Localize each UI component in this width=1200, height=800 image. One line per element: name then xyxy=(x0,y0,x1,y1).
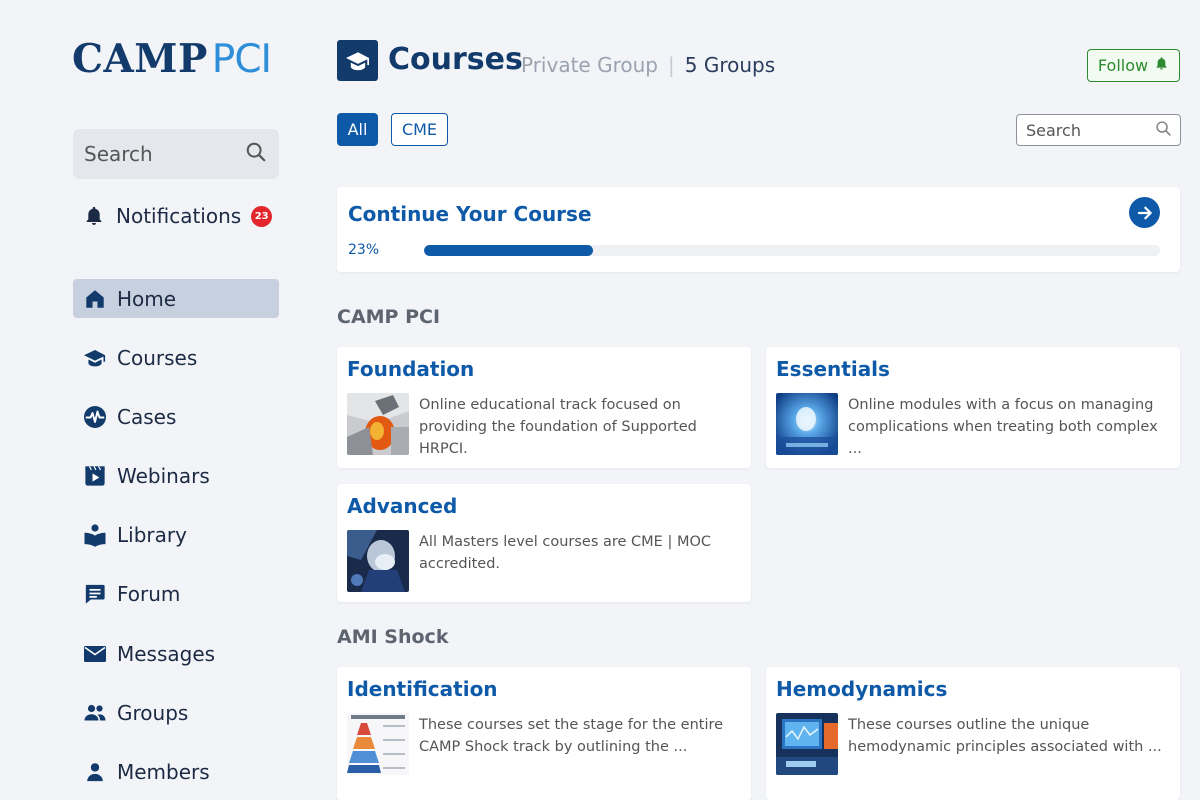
person-icon xyxy=(83,760,107,784)
continue-course-title: Continue Your Course xyxy=(348,202,592,226)
sidebar-item-label: Members xyxy=(117,760,210,784)
video-icon xyxy=(83,464,107,488)
course-title[interactable]: Essentials xyxy=(776,357,890,381)
progress-percent: 23% xyxy=(348,242,380,258)
course-card-hemodynamics[interactable]: Hemodynamics These courses outline the u… xyxy=(766,667,1180,800)
logo-text-pci: PCI xyxy=(211,37,272,82)
notifications-link[interactable]: Notifications 23 xyxy=(82,204,273,228)
course-thumbnail xyxy=(776,393,838,455)
progress-bar xyxy=(424,245,1160,256)
sidebar-item-label: Messages xyxy=(117,641,216,666)
page-title: Courses xyxy=(388,42,523,77)
arrow-right-icon[interactable] xyxy=(1129,197,1160,228)
group-info: Private Group | 5 Groups xyxy=(521,53,775,77)
search-icon[interactable] xyxy=(1155,120,1172,141)
heartbeat-icon xyxy=(83,405,107,429)
graduation-cap-icon xyxy=(83,346,107,370)
sidebar-item-label: Library xyxy=(117,523,187,548)
sidebar-item-home[interactable]: Home xyxy=(73,279,279,318)
course-thumbnail xyxy=(776,713,838,775)
sidebar-search-input[interactable] xyxy=(84,142,234,166)
sidebar-item-library[interactable]: Library xyxy=(73,516,279,555)
notifications-label: Notifications xyxy=(116,204,242,228)
course-title[interactable]: Hemodynamics xyxy=(776,677,947,701)
sidebar-item-label: Cases xyxy=(117,404,177,429)
forum-icon xyxy=(83,582,107,606)
sidebar-item-forum[interactable]: Forum xyxy=(73,575,279,614)
sidebar-search xyxy=(73,129,279,179)
graduation-cap-icon xyxy=(337,40,378,81)
progress-bar-fill xyxy=(424,245,594,256)
course-thumbnail xyxy=(347,530,409,592)
home-icon xyxy=(83,287,107,311)
follow-button[interactable]: Follow xyxy=(1087,49,1180,82)
course-thumbnail xyxy=(347,393,409,455)
sidebar-item-webinars[interactable]: Webinars xyxy=(73,457,279,496)
course-thumbnail xyxy=(347,713,409,775)
envelope-icon xyxy=(83,642,107,666)
sidebar-item-label: Forum xyxy=(117,582,181,607)
groups-count-link[interactable]: 5 Groups xyxy=(685,53,775,77)
sidebar-nav: Home Courses Cases Webinars Library Foru… xyxy=(73,279,279,800)
sidebar-item-label: Groups xyxy=(117,700,189,725)
sidebar-item-label: Courses xyxy=(117,345,198,370)
course-description: These courses set the stage for the enti… xyxy=(419,717,724,755)
book-reader-icon xyxy=(83,523,107,547)
sidebar: CAMP PCI Notifications 23 Home Courses xyxy=(0,0,316,800)
camp-pci-logo[interactable]: CAMP PCI xyxy=(72,36,272,82)
sidebar-item-cases[interactable]: Cases xyxy=(73,397,279,436)
course-description: Online educational track focused on prov… xyxy=(419,397,697,457)
filter-cme-button[interactable]: CME xyxy=(391,113,448,146)
course-card-foundation[interactable]: Foundation Online educational track focu… xyxy=(337,347,751,468)
filter-all-button[interactable]: All xyxy=(337,113,378,146)
continue-course-card[interactable]: Continue Your Course 23% xyxy=(337,187,1180,272)
notification-count-badge: 23 xyxy=(251,205,273,227)
bell-icon xyxy=(1154,56,1169,75)
sidebar-item-members[interactable]: Members xyxy=(73,753,279,792)
sidebar-item-groups[interactable]: Groups xyxy=(73,693,279,732)
course-title[interactable]: Foundation xyxy=(347,357,474,381)
follow-label: Follow xyxy=(1097,56,1149,75)
course-card-identification[interactable]: Identification These courses set the sta… xyxy=(337,667,751,800)
course-description: Online modules with a focus on managing … xyxy=(848,397,1158,457)
course-description: All Masters level courses are CME | MOC … xyxy=(419,534,711,572)
course-description: These courses outline the unique hemodyn… xyxy=(848,717,1162,755)
search-icon[interactable] xyxy=(245,141,267,167)
sidebar-item-courses[interactable]: Courses xyxy=(73,338,279,377)
course-search-input[interactable] xyxy=(1026,120,1146,140)
section-title-ami-shock: AMI Shock xyxy=(337,626,449,648)
sidebar-item-label: Webinars xyxy=(117,464,210,489)
course-card-essentials[interactable]: Essentials Online modules with a focus o… xyxy=(766,347,1180,468)
course-search xyxy=(1016,114,1181,146)
section-title-camp-pci: CAMP PCI xyxy=(337,306,441,328)
logo-text-camp: CAMP xyxy=(72,36,208,82)
course-title[interactable]: Identification xyxy=(347,677,498,701)
sidebar-item-label: Home xyxy=(117,286,177,311)
groups-icon xyxy=(83,701,107,725)
privacy-label: Private Group xyxy=(521,53,658,77)
course-title[interactable]: Advanced xyxy=(347,494,457,518)
sidebar-item-messages[interactable]: Messages xyxy=(73,634,279,673)
course-card-advanced[interactable]: Advanced All Masters level courses are C… xyxy=(337,484,751,602)
main-content: Courses Private Group | 5 Groups Follow … xyxy=(316,0,1200,800)
bell-icon xyxy=(82,204,106,228)
separator: | xyxy=(667,53,675,77)
